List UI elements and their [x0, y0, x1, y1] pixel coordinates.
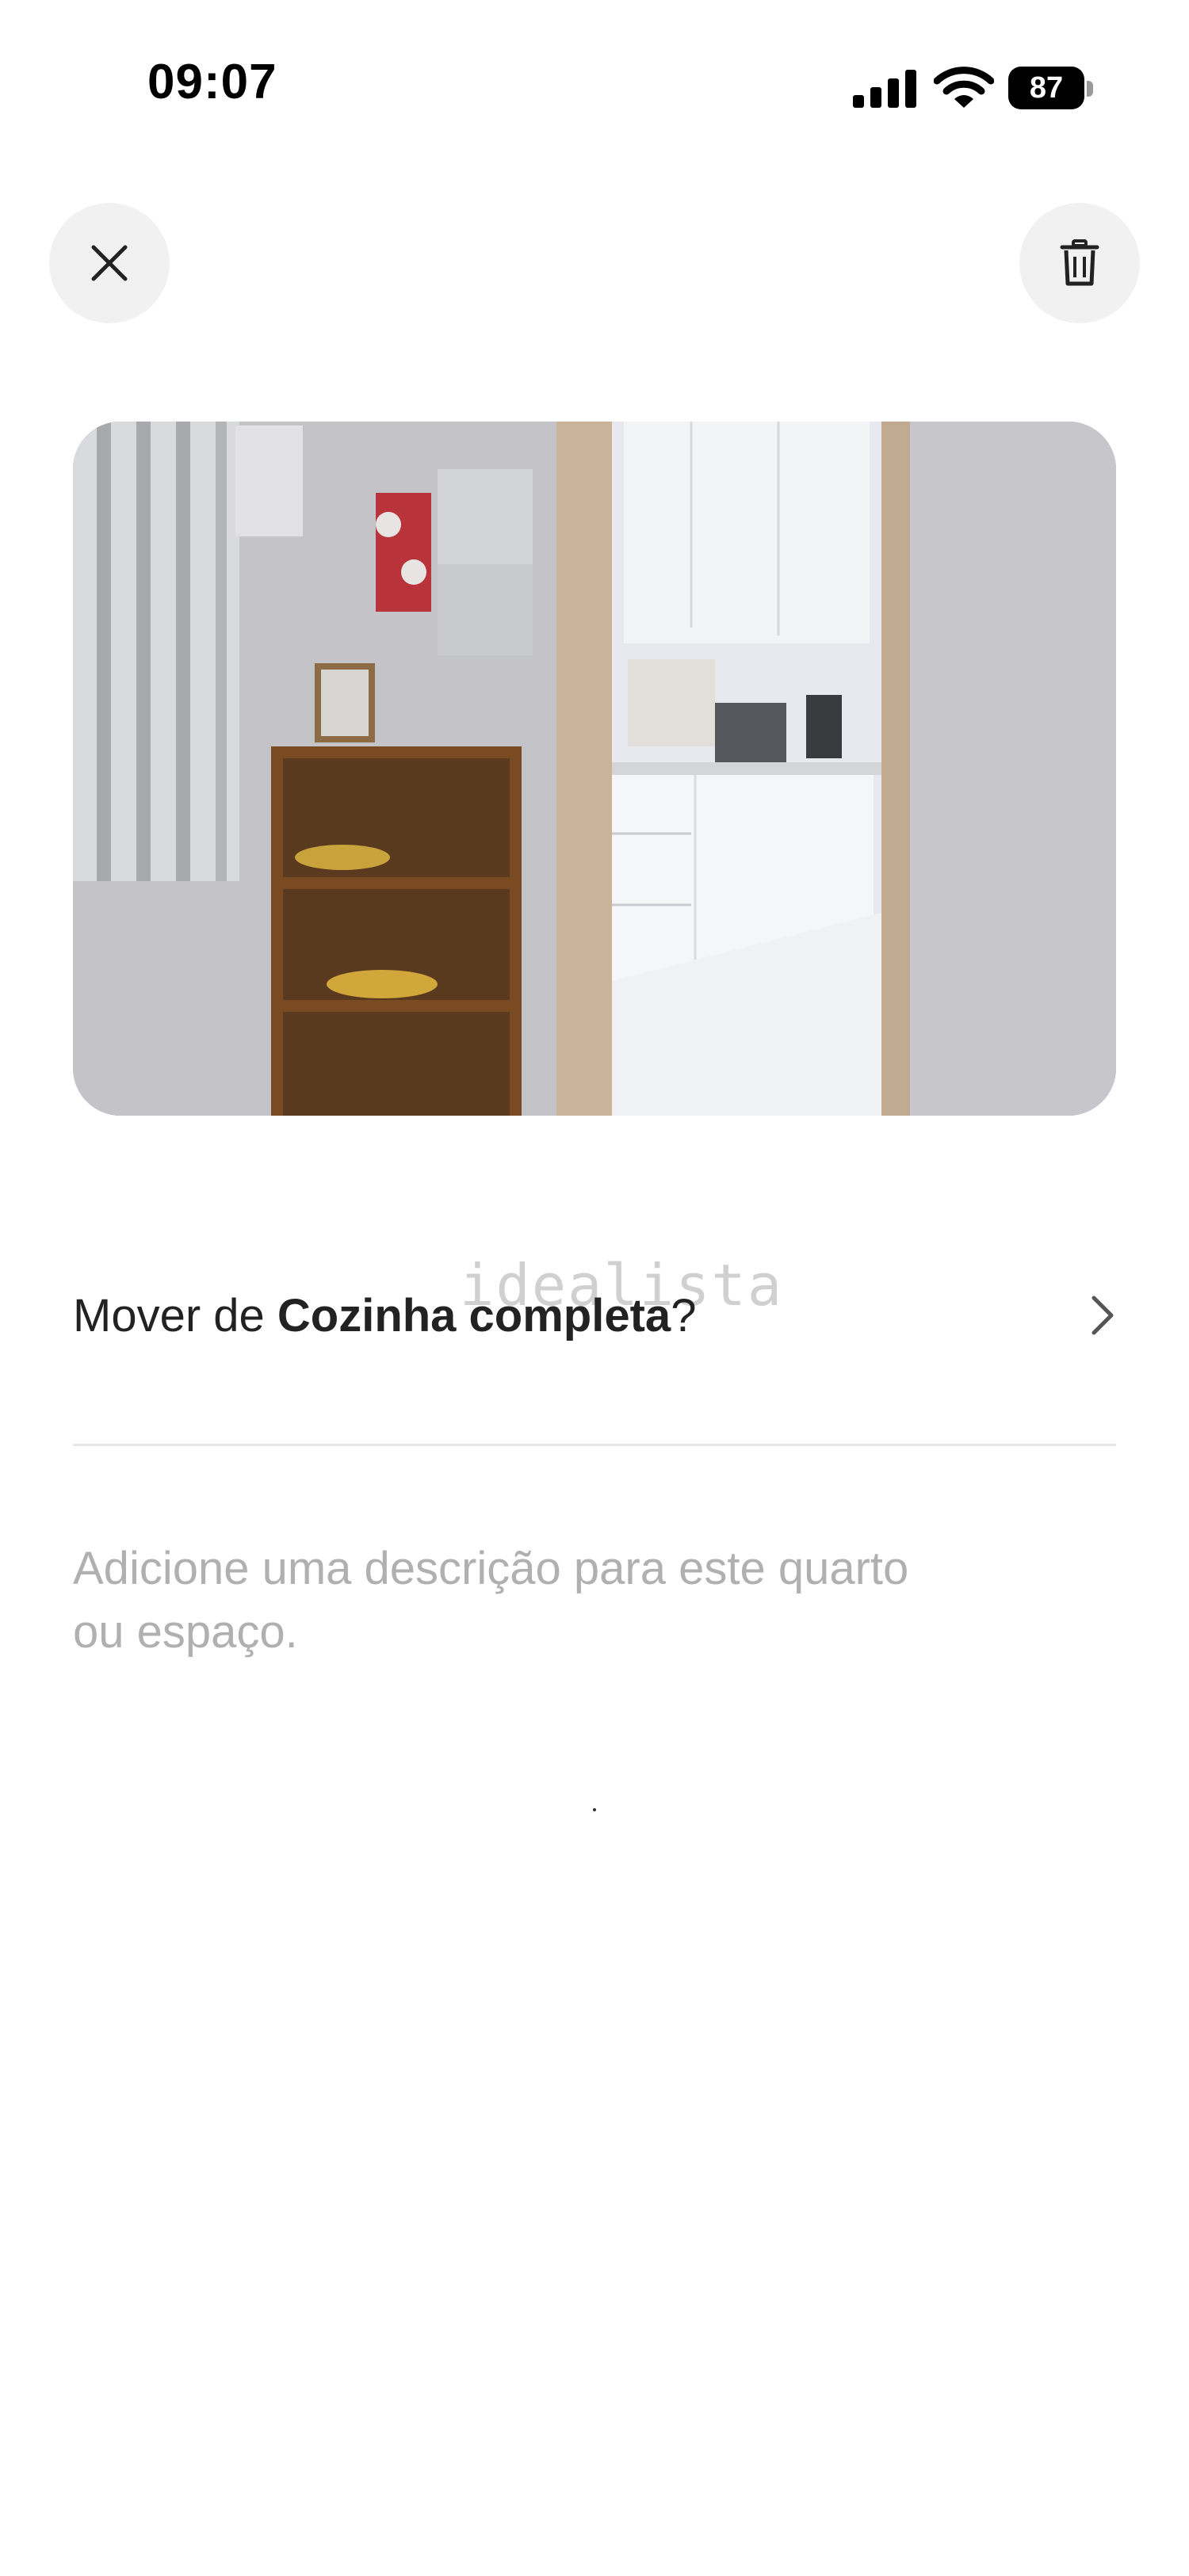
battery-cap: [1087, 81, 1093, 97]
status-bar: 09:07 87: [0, 0, 1189, 174]
move-suffix: ?: [671, 1289, 697, 1341]
battery-icon: 87: [1008, 67, 1094, 111]
divider: [73, 1444, 1116, 1446]
wifi-icon: [934, 67, 994, 108]
stray-dot: [593, 1808, 596, 1811]
close-icon: [91, 245, 128, 281]
trash-icon: [1060, 239, 1099, 286]
move-room-row[interactable]: Mover de Cozinha completa?: [73, 1268, 1116, 1363]
close-button[interactable]: [49, 203, 170, 323]
move-prefix: Mover de: [73, 1289, 277, 1341]
status-icons: 87: [848, 63, 1102, 111]
current-room-name: Cozinha completa: [277, 1289, 671, 1341]
signal-icon: [853, 70, 916, 108]
status-time: 09:07: [147, 55, 277, 109]
delete-button[interactable]: [1019, 203, 1140, 323]
move-room-label: Mover de Cozinha completa?: [73, 1289, 696, 1342]
chevron-right-icon: [1061, 1288, 1116, 1343]
room-photo[interactable]: [73, 422, 1116, 1116]
kitchen-photo-illustration: [73, 422, 1116, 1116]
description-input[interactable]: Adicione uma descrição para este quarto …: [73, 1537, 1064, 1664]
battery-level: 87: [1008, 67, 1084, 109]
